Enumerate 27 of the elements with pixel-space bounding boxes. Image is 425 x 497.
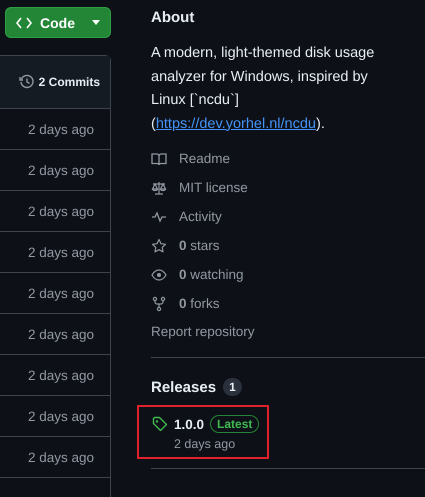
latest-label: Latest: [210, 415, 260, 433]
commit-time: 2 days ago: [28, 122, 94, 136]
release-count: 1: [223, 378, 242, 396]
commit-time: 2 days ago: [28, 286, 94, 300]
license-link[interactable]: MIT license: [151, 179, 425, 196]
description-text: A modern, light-themed disk usage analyzer for Windows, inspired by Linux [`ncdu`] (https://dev.yorhel.nl/ncdu).: [151, 44, 376, 134]
stars-link[interactable]: 0 stars: [151, 237, 425, 254]
release-item[interactable]: 1.0.0 Latest 2 days ago: [137, 405, 269, 459]
commit-time: 2 days ago: [28, 368, 94, 382]
release-version: 1.0.0: [174, 416, 204, 432]
commit-time: 2 days ago: [28, 326, 94, 342]
commit-time: 2 days ago: [28, 408, 94, 424]
readme-link[interactable]: Readme: [151, 150, 425, 167]
commit-time: 2 days ago: [28, 244, 94, 260]
commits-link[interactable]: 2 Commits: [38, 75, 100, 89]
release-date: 2 days ago: [174, 437, 236, 451]
report-link[interactable]: Report repository: [151, 324, 255, 339]
homepage-link[interactable]: https://dev.yorhel.nl/ncdu: [156, 116, 316, 132]
code-button[interactable]: Code: [5, 7, 111, 38]
activity-link[interactable]: Activity: [151, 208, 425, 225]
commit-time: 2 days ago: [28, 204, 94, 218]
commit-time: 2 days ago: [28, 162, 94, 178]
about-heading: About: [151, 9, 196, 26]
watching-link[interactable]: 0 watching: [151, 266, 425, 283]
commit-time: 2 days ago: [28, 450, 94, 464]
releases-heading: Releases: [151, 378, 216, 396]
forks-link[interactable]: 0 forks: [151, 295, 425, 312]
